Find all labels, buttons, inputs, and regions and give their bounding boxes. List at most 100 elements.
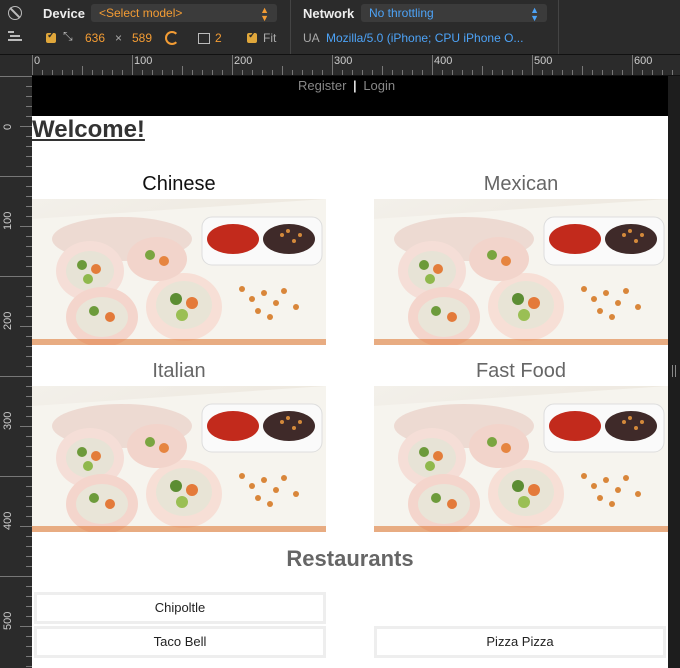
ruler-tick <box>542 70 543 75</box>
resize-icon: ⤡ <box>63 29 73 43</box>
ruler-tick <box>352 70 353 75</box>
ruler-tick <box>432 55 433 75</box>
resize-handle[interactable] <box>672 365 676 377</box>
rotate-icon[interactable] <box>165 31 179 45</box>
ruler-tick <box>20 526 32 527</box>
ruler-tick <box>0 76 32 77</box>
height-value[interactable]: 589 <box>132 31 152 45</box>
times-sign: × <box>115 31 123 45</box>
ruler-tick <box>362 70 363 75</box>
ruler-tick <box>672 70 673 75</box>
ruler-tick <box>452 70 453 75</box>
network-label: Network <box>303 6 355 21</box>
register-link[interactable]: Register <box>298 78 346 93</box>
ruler-tick <box>552 70 553 75</box>
restaurants-heading: Restaurants <box>286 546 414 571</box>
restaurant-item[interactable]: Pizza Pizza <box>374 626 666 658</box>
ruler-tick <box>562 70 563 75</box>
ruler-tick <box>382 66 383 75</box>
toolbar-divider <box>290 0 291 54</box>
ruler-tick <box>42 70 43 75</box>
ruler-tick <box>492 70 493 75</box>
ua-value[interactable]: Mozilla/5.0 (iPhone; CPU iPhone O... <box>326 31 523 45</box>
ruler-tick <box>582 66 583 75</box>
ruler-tick <box>252 70 253 75</box>
ruler-tick <box>572 70 573 75</box>
ruler-tick <box>32 55 33 75</box>
dpr-icon <box>198 33 210 44</box>
login-link[interactable]: Login <box>363 78 395 93</box>
ruler-number: 0 <box>34 55 41 67</box>
food-image-mexican[interactable] <box>374 199 668 345</box>
ruler-tick <box>592 70 593 75</box>
ruler-tick <box>0 476 32 477</box>
vertical-ruler: 0 100 200 300 400 500 <box>0 55 32 668</box>
ruler-tick <box>412 70 413 75</box>
ruler-tick <box>202 70 203 75</box>
ruler-tick <box>112 70 113 75</box>
category-mexican[interactable]: Mexican <box>374 173 668 196</box>
ruler-tick <box>272 70 273 75</box>
ruler-tick <box>532 55 533 75</box>
ruler-tick <box>0 376 32 377</box>
ruler-tick <box>402 70 403 75</box>
ruler-number: 100 <box>134 55 153 67</box>
ruler-tick <box>20 126 32 127</box>
category-fast-food[interactable]: Fast Food <box>374 360 668 383</box>
ruler-tick <box>462 70 463 75</box>
dpr-value[interactable]: 2 <box>215 31 222 45</box>
ruler-tick <box>632 55 633 75</box>
ruler-corner <box>0 55 32 75</box>
ruler-tick <box>262 70 263 75</box>
ruler-tick <box>92 70 93 75</box>
ruler-number: 400 <box>434 55 453 67</box>
ruler-number: 0 <box>2 123 14 130</box>
ruler-tick <box>622 70 623 75</box>
ruler-tick <box>662 70 663 75</box>
ruler-tick <box>0 176 32 177</box>
category-chinese[interactable]: Chinese <box>32 173 326 196</box>
ruler-tick <box>162 70 163 75</box>
ruler-tick <box>392 70 393 75</box>
ruler-tick <box>512 70 513 75</box>
ruler-number: 100 <box>2 211 14 230</box>
auth-separator: | <box>353 78 357 93</box>
ruler-number: 300 <box>2 411 14 430</box>
ruler-number: 500 <box>534 55 553 67</box>
food-image-chinese[interactable] <box>32 199 326 345</box>
ruler-tick <box>172 70 173 75</box>
horizontal-ruler: 0 100 200 300 400 500 600 <box>0 55 680 76</box>
category-italian[interactable]: Italian <box>32 360 326 383</box>
size-checkbox[interactable] <box>46 30 56 43</box>
ruler-tick <box>182 66 183 75</box>
restaurant-item[interactable]: Taco Bell <box>34 626 326 658</box>
model-select[interactable]: <Select model> ▲ ▼ <box>91 4 277 23</box>
ruler-tick <box>612 70 613 75</box>
select-arrows-icon: ▲ ▼ <box>260 5 269 23</box>
width-value[interactable]: 636 <box>85 31 105 45</box>
network-select[interactable]: No throttling ▲ ▼ <box>361 4 547 23</box>
ruler-tick <box>502 70 503 75</box>
page-title[interactable]: Welcome! <box>32 116 145 144</box>
food-image-italian[interactable] <box>32 386 326 532</box>
ruler-number: 400 <box>2 511 14 530</box>
ruler-tick <box>242 70 243 75</box>
ruler-number: 200 <box>2 311 14 330</box>
ruler-tick <box>232 55 233 75</box>
ruler-tick <box>522 70 523 75</box>
ruler-tick <box>652 70 653 75</box>
ban-icon[interactable] <box>8 6 22 20</box>
model-select-value: <Select model> <box>99 6 183 20</box>
media-queries-icon[interactable] <box>8 31 22 41</box>
network-select-value: No throttling <box>369 6 434 20</box>
ruler-tick <box>20 226 32 227</box>
ruler-tick <box>222 70 223 75</box>
ruler-tick <box>20 626 32 627</box>
emulated-viewport: Register | Login Welcome! Chinese Mexica… <box>32 76 668 668</box>
food-image-fast-food[interactable] <box>374 386 668 532</box>
restaurant-item[interactable]: Chipoltle <box>34 592 326 624</box>
ruler-tick <box>312 70 313 75</box>
fit-checkbox[interactable] <box>247 30 257 43</box>
ruler-tick <box>422 70 423 75</box>
ruler-tick <box>322 70 323 75</box>
